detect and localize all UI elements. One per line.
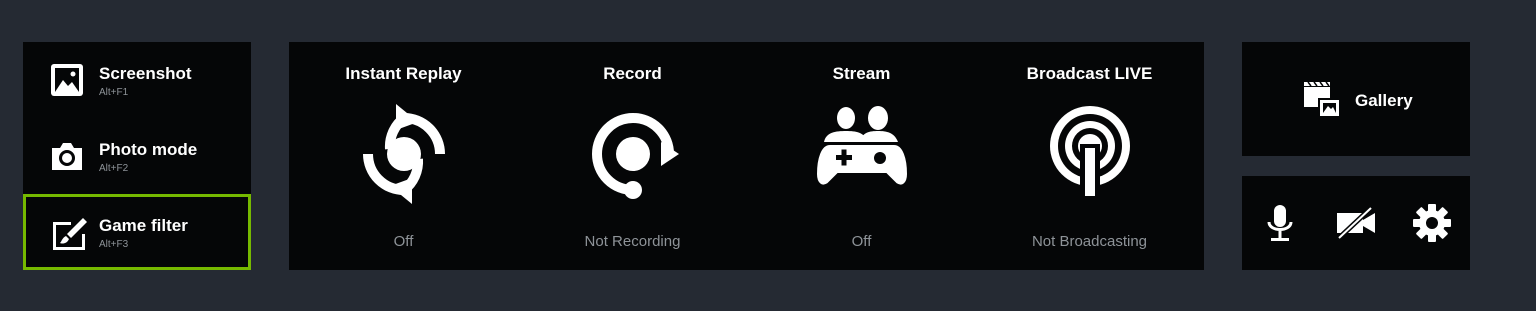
stream-gamepad-icon	[812, 104, 912, 204]
gallery-button[interactable]: Gallery	[1242, 42, 1470, 156]
stream-status: Off	[851, 233, 872, 250]
instant-replay-icon	[354, 104, 454, 204]
record-title: Record	[603, 64, 662, 83]
image-icon	[49, 62, 85, 98]
microphone-button[interactable]	[1259, 202, 1301, 244]
photo-mode-button[interactable]: Photo mode Alt+F2	[23, 118, 251, 194]
broadcast-live-button[interactable]: Broadcast LIVE Not Broadcasting	[975, 42, 1204, 270]
camera-off-icon	[1335, 202, 1377, 244]
microphone-icon	[1259, 202, 1301, 244]
gallery-label: Gallery	[1355, 91, 1413, 110]
instant-replay-button[interactable]: Instant Replay Off	[289, 42, 518, 270]
gear-icon	[1411, 202, 1453, 244]
record-button[interactable]: Record Not Recording	[518, 42, 747, 270]
instant-replay-status: Off	[393, 233, 414, 250]
broadcast-status: Not Broadcasting	[1031, 233, 1148, 250]
instant-replay-title: Instant Replay	[345, 64, 462, 83]
features-panel: Instant Replay Off Record Not Recording …	[289, 42, 1204, 270]
tools-panel	[1242, 176, 1470, 270]
screenshot-button[interactable]: Screenshot Alt+F1	[23, 42, 251, 118]
photo-mode-hotkey: Alt+F2	[99, 163, 129, 174]
game-filter-hotkey: Alt+F3	[99, 239, 129, 250]
broadcast-icon	[1040, 104, 1140, 204]
gallery-clapper-icon	[1302, 80, 1342, 120]
record-status: Not Recording	[584, 233, 681, 250]
photo-mode-label: Photo mode	[99, 140, 198, 159]
stream-title: Stream	[832, 64, 891, 83]
settings-button[interactable]	[1411, 202, 1453, 244]
screenshot-label: Screenshot	[99, 64, 192, 83]
game-filter-label: Game filter	[99, 216, 188, 235]
filter-edit-icon	[49, 214, 87, 250]
record-icon	[583, 104, 683, 204]
camera-toggle-button[interactable]	[1335, 202, 1377, 244]
game-filter-button[interactable]: Game filter Alt+F3	[23, 194, 251, 270]
screenshot-hotkey: Alt+F1	[99, 87, 129, 98]
camera-icon	[49, 138, 85, 174]
broadcast-title: Broadcast LIVE	[1026, 64, 1153, 83]
stream-button[interactable]: Stream Off	[747, 42, 976, 270]
capture-panel: Screenshot Alt+F1 Photo mode Alt+F2 Game…	[23, 42, 251, 270]
